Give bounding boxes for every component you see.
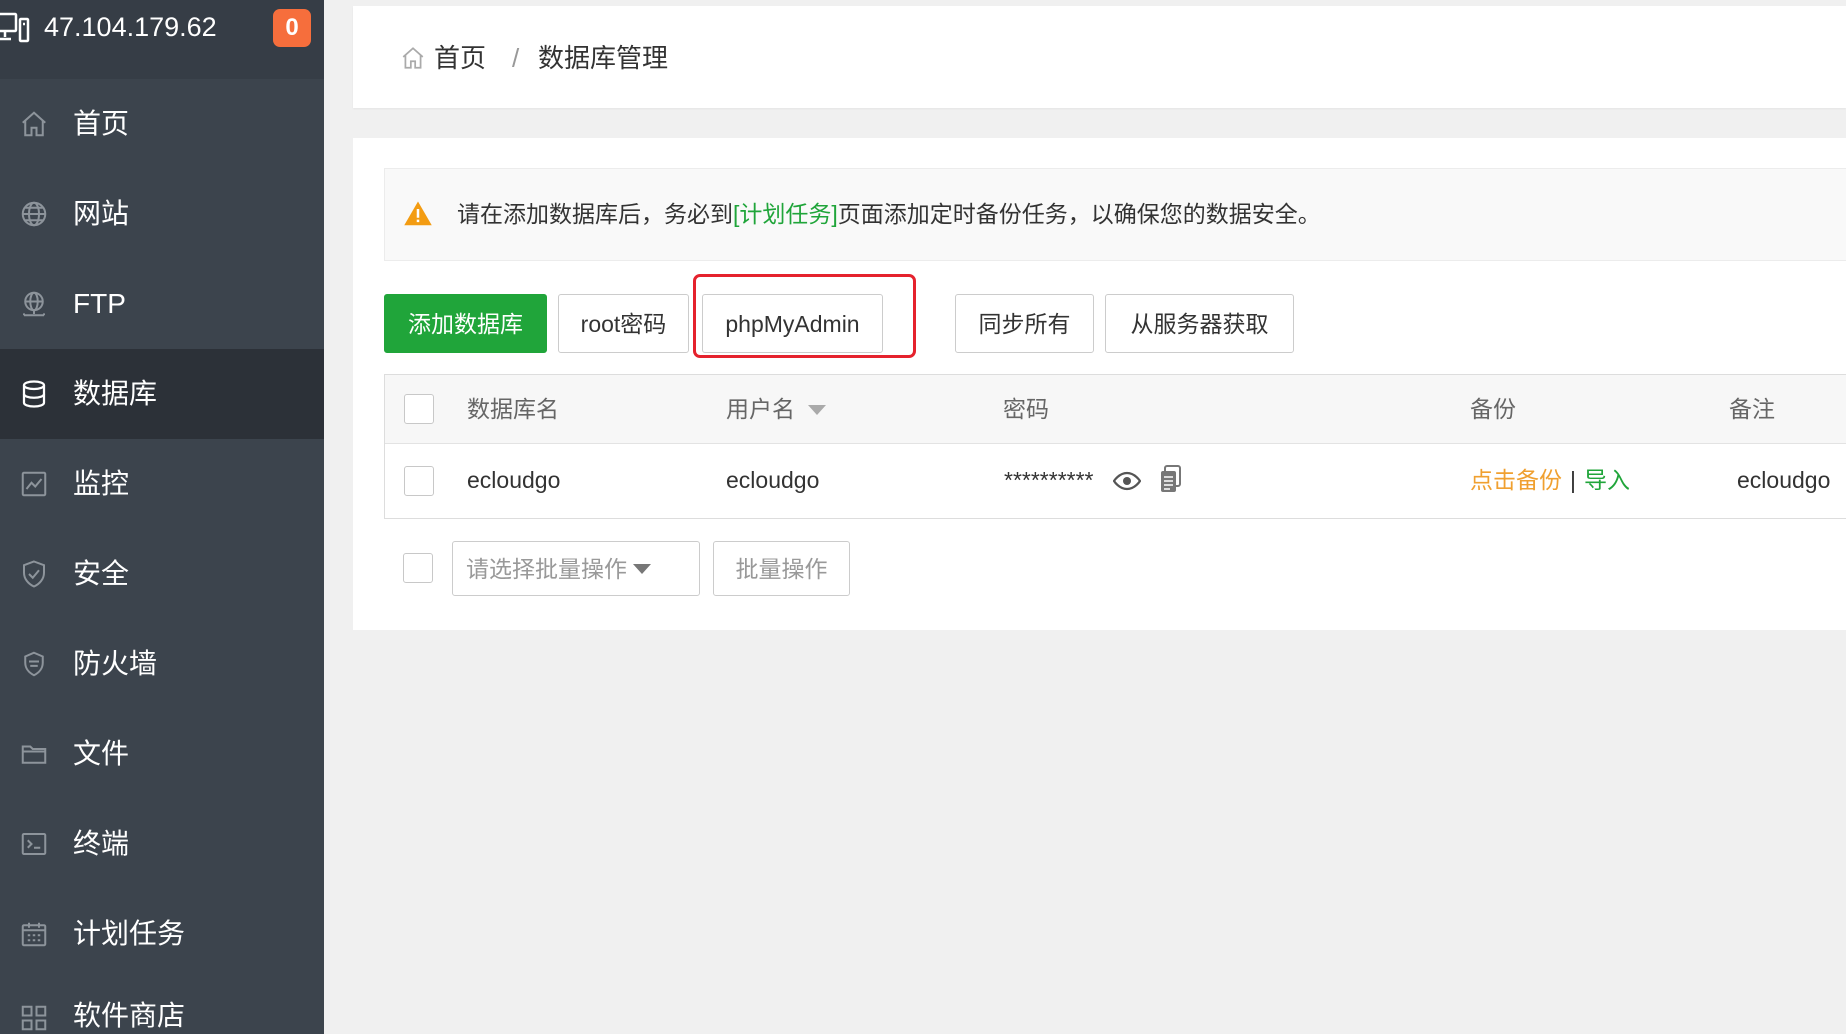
batch-select-all-checkbox[interactable]	[403, 553, 433, 583]
backup-alert: 请在添加数据库后，务必到[计划任务]页面添加定时备份任务，以确保您的数据安全。	[384, 168, 1846, 261]
sidebar-item-label: 计划任务	[73, 918, 186, 949]
fetch-from-server-button[interactable]: 从服务器获取	[1105, 294, 1294, 353]
sidebar-header: 47.104.179.62 0	[0, 0, 324, 79]
phpmyadmin-button[interactable]: phpMyAdmin	[702, 294, 883, 353]
select-all-checkbox[interactable]	[404, 394, 434, 424]
add-database-button[interactable]: 添加数据库	[384, 294, 547, 353]
alert-text-after: 页面添加定时备份任务，以确保您的数据安全。	[837, 201, 1321, 227]
page-title: 数据库管理	[538, 43, 669, 73]
breadcrumb-home-link[interactable]: 首页	[434, 43, 486, 73]
root-password-button[interactable]: root密码	[558, 294, 689, 353]
home-icon[interactable]	[400, 45, 426, 71]
sidebar-item-label: 文件	[73, 738, 130, 769]
column-header-username[interactable]: 用户名	[726, 394, 795, 424]
backup-now-link[interactable]: 点击备份	[1470, 465, 1562, 495]
sidebar-item-label: 防火墙	[73, 648, 158, 679]
caret-down-icon[interactable]	[808, 405, 826, 415]
sidebar-item-label: 软件商店	[73, 1000, 186, 1031]
sidebar-item-label: 安全	[73, 558, 130, 589]
server-ip: 47.104.179.62	[44, 12, 217, 42]
action-separator: |	[1570, 467, 1576, 493]
calendar-icon	[19, 919, 49, 949]
app-grid-icon	[19, 1003, 49, 1033]
sidebar-item-label: 首页	[73, 108, 130, 139]
globe-icon	[19, 199, 49, 229]
cron-task-link[interactable]: [计划任务]	[733, 201, 838, 227]
terminal-icon	[19, 829, 49, 859]
column-header-name: 数据库名	[467, 396, 559, 422]
sidebar-item-label: 终端	[73, 828, 130, 859]
sidebar-nav: 首页 网站 FTP 数据库 监控 安全 防火墙 文件 终端 计划任务 软件商店	[0, 79, 324, 1034]
home-icon	[19, 109, 49, 139]
sync-all-button[interactable]: 同步所有	[955, 294, 1094, 353]
sidebar: 47.104.179.62 0 首页 网站 FTP 数据库 监控 安全 防火墙 …	[0, 0, 324, 1034]
db-password: **********	[1004, 467, 1094, 493]
breadcrumb: 首页 / 数据库管理	[353, 6, 1846, 108]
sidebar-item-ftp[interactable]: FTP	[0, 259, 324, 349]
sidebar-item-label: FTP	[73, 288, 126, 319]
server-icon	[0, 11, 32, 45]
breadcrumb-separator: /	[512, 43, 520, 73]
sidebar-item-app-store[interactable]: 软件商店	[0, 979, 324, 1034]
sidebar-item-database[interactable]: 数据库	[0, 349, 324, 439]
column-header-backup: 备份	[1470, 396, 1516, 422]
waf-shield-icon	[19, 649, 49, 679]
sidebar-item-cron[interactable]: 计划任务	[0, 889, 324, 979]
notification-badge[interactable]: 0	[273, 9, 311, 47]
table-header: 数据库名 用户名 密码 备份 备注	[385, 375, 1846, 444]
sidebar-item-files[interactable]: 文件	[0, 709, 324, 799]
sidebar-item-label: 监控	[73, 468, 130, 499]
folder-icon	[19, 739, 49, 769]
sidebar-item-label: 数据库	[73, 378, 158, 409]
sidebar-item-website[interactable]: 网站	[0, 169, 324, 259]
batch-operation-button[interactable]: 批量操作	[713, 541, 850, 596]
copy-icon[interactable]	[1160, 465, 1182, 493]
db-name: ecloudgo	[467, 467, 561, 493]
column-header-remark: 备注	[1729, 396, 1775, 422]
monitor-icon	[19, 469, 49, 499]
sidebar-item-firewall[interactable]: 防火墙	[0, 619, 324, 709]
shield-icon	[19, 559, 49, 589]
alert-text-before: 请在添加数据库后，务必到	[457, 201, 733, 227]
warning-icon	[403, 199, 433, 229]
db-username: ecloudgo	[726, 467, 820, 493]
ftp-icon	[19, 289, 49, 319]
batch-select-placeholder: 请选择批量操作	[466, 556, 627, 582]
db-remark[interactable]: ecloudgo	[1737, 465, 1830, 495]
chevron-down-icon	[633, 564, 651, 574]
database-icon	[19, 379, 49, 409]
sidebar-item-label: 网站	[73, 198, 130, 229]
alert-message: 请在添加数据库后，务必到[计划任务]页面添加定时备份任务，以确保您的数据安全。	[457, 199, 1321, 229]
database-panel: 请在添加数据库后，务必到[计划任务]页面添加定时备份任务，以确保您的数据安全。 …	[353, 138, 1846, 630]
sidebar-item-home[interactable]: 首页	[0, 79, 324, 169]
column-header-password: 密码	[1003, 396, 1049, 422]
batch-operation-select[interactable]: 请选择批量操作	[452, 541, 700, 596]
sidebar-item-monitor[interactable]: 监控	[0, 439, 324, 529]
sidebar-item-security[interactable]: 安全	[0, 529, 324, 619]
table-row: ecloudgo ecloudgo ********** 点击备份 | 导入 e…	[385, 444, 1846, 518]
backup-actions: 点击备份 | 导入	[1470, 465, 1630, 495]
sidebar-item-terminal[interactable]: 终端	[0, 799, 324, 889]
eye-icon[interactable]	[1113, 471, 1141, 491]
row-checkbox[interactable]	[404, 466, 434, 496]
database-table: 数据库名 用户名 密码 备份 备注 ecloudgo ecloudgo ****…	[384, 374, 1846, 519]
import-link[interactable]: 导入	[1584, 465, 1630, 495]
